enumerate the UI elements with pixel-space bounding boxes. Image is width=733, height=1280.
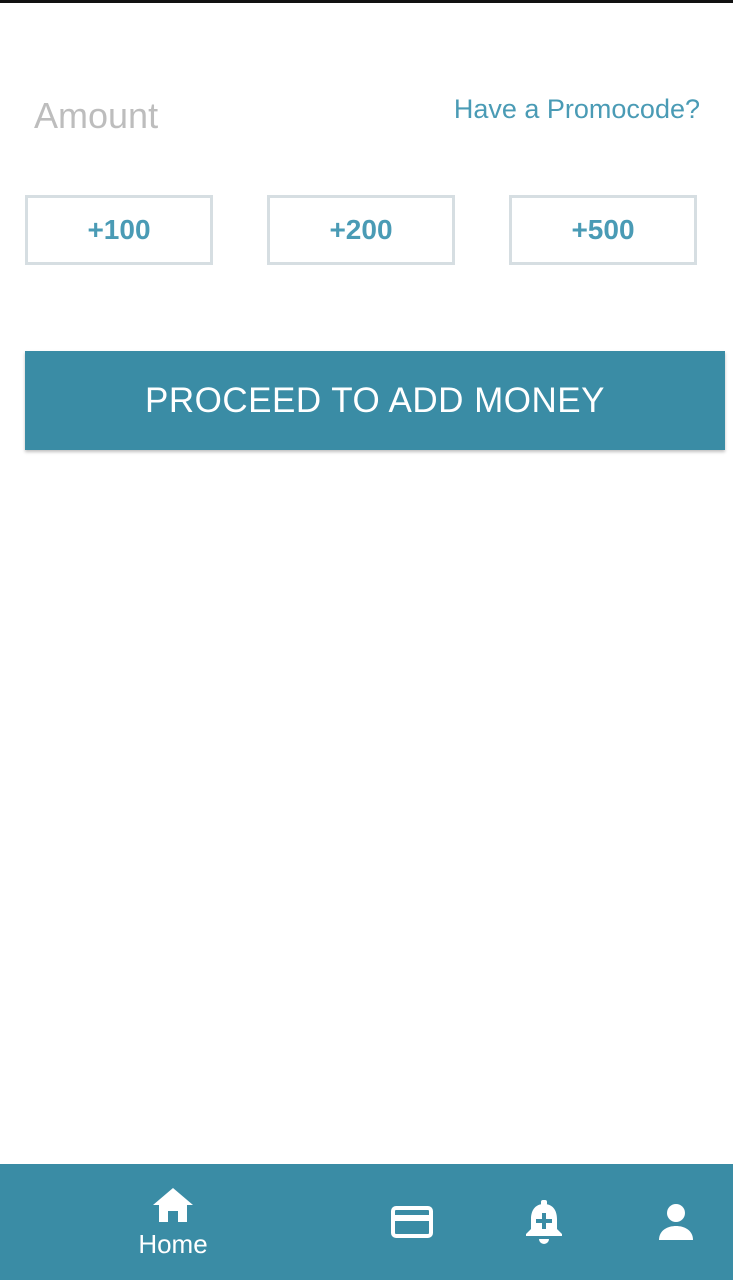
bottom-navigation: Home [0, 1164, 733, 1280]
home-icon [151, 1185, 195, 1225]
proceed-to-add-money-button[interactable]: PROCEED TO ADD MONEY [25, 351, 725, 450]
amount-input[interactable] [34, 92, 364, 140]
bell-plus-icon [523, 1199, 565, 1245]
quick-amount-label: +500 [571, 214, 635, 245]
quick-amount-label: +200 [329, 214, 393, 245]
quick-amount-label: +100 [87, 214, 151, 245]
nav-item-profile[interactable] [636, 1164, 716, 1280]
proceed-button-label: PROCEED TO ADD MONEY [145, 380, 605, 420]
credit-card-icon [390, 1204, 434, 1240]
quick-amount-100-button[interactable]: +100 [25, 195, 213, 265]
nav-item-notifications[interactable] [504, 1164, 584, 1280]
quick-amount-500-button[interactable]: +500 [509, 195, 697, 265]
nav-item-payments[interactable] [372, 1164, 452, 1280]
quick-amount-200-button[interactable]: +200 [267, 195, 455, 265]
nav-item-home[interactable]: Home [113, 1164, 233, 1280]
person-icon [656, 1202, 696, 1242]
nav-item-label: Home [138, 1228, 208, 1259]
top-divider [0, 0, 733, 3]
promocode-link[interactable]: Have a Promocode? [454, 94, 700, 125]
